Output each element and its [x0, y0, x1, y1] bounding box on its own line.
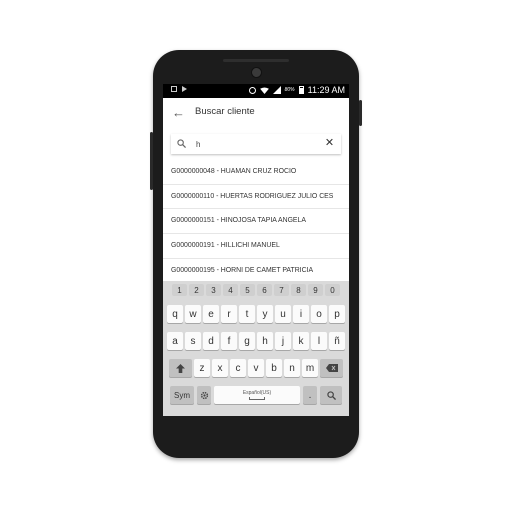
key-1[interactable]: 1 [172, 284, 187, 296]
alarm-icon [248, 86, 256, 94]
battery-icon [298, 86, 304, 94]
key-x[interactable]: x [212, 359, 228, 377]
clock: 11:29 AM [307, 85, 345, 95]
key-w[interactable]: w [185, 305, 201, 323]
key-l[interactable]: l [311, 332, 327, 350]
key-9[interactable]: 9 [308, 284, 323, 296]
list-item[interactable]: G0000000191 - HILLICHI MANUEL [163, 234, 349, 259]
battery-percent: 80% [284, 87, 295, 93]
key-q[interactable]: q [167, 305, 183, 323]
signal-icon [272, 86, 281, 94]
results-list: G0000000048 - HUAMAN CRUZ ROCIO G0000000… [163, 160, 349, 284]
key-k[interactable]: k [293, 332, 309, 350]
key-h[interactable]: h [257, 332, 273, 350]
key-a[interactable]: a [167, 332, 183, 350]
soft-keyboard: 1 2 3 4 5 6 7 8 9 0 q w e r t y u i o p … [163, 281, 349, 416]
wifi-icon [259, 86, 269, 94]
list-item[interactable]: G0000000048 - HUAMAN CRUZ ROCIO [163, 160, 349, 185]
key-d[interactable]: d [203, 332, 219, 350]
app-bar: ← Buscar cliente [163, 98, 349, 130]
key-6[interactable]: 6 [257, 284, 272, 296]
key-7[interactable]: 7 [274, 284, 289, 296]
image-notification-icon [171, 86, 177, 92]
key-n[interactable]: n [284, 359, 300, 377]
key-p[interactable]: p [329, 305, 345, 323]
list-item[interactable]: G0000000151 - HINOJOSA TAPIA ANGELA [163, 209, 349, 235]
key-u[interactable]: u [275, 305, 291, 323]
key-g[interactable]: g [239, 332, 255, 350]
key-3[interactable]: 3 [206, 284, 221, 296]
key-y[interactable]: y [257, 305, 273, 323]
key-s[interactable]: s [185, 332, 201, 350]
backspace-icon[interactable] [320, 359, 343, 377]
screen: 80% 11:29 AM ← Buscar cliente ✕ G0000000… [163, 84, 349, 416]
key-m[interactable]: m [302, 359, 318, 377]
key-8[interactable]: 8 [291, 284, 306, 296]
keyboard-row-3: z x c v b n m [163, 359, 349, 377]
keyboard-number-row: 1 2 3 4 5 6 7 8 9 0 [163, 284, 349, 296]
keyboard-row-2: a s d f g h j k l ñ [163, 332, 349, 350]
list-item[interactable]: G0000000110 - HUERTAS RODRIGUEZ JULIO CE… [163, 185, 349, 210]
search-icon [177, 139, 186, 148]
key-4[interactable]: 4 [223, 284, 238, 296]
key-b[interactable]: b [266, 359, 282, 377]
keyboard-row-1: q w e r t y u i o p [163, 305, 349, 323]
keyboard-bottom-row: Sym Español(US) . [163, 386, 349, 404]
status-bar: 80% 11:29 AM [163, 84, 349, 98]
key-i[interactable]: i [293, 305, 309, 323]
key-n-tilde[interactable]: ñ [329, 332, 345, 350]
close-icon[interactable]: ✕ [324, 138, 335, 149]
volume-button [150, 132, 153, 190]
key-v[interactable]: v [248, 359, 264, 377]
key-e[interactable]: e [203, 305, 219, 323]
key-j[interactable]: j [275, 332, 291, 350]
phone-frame: 80% 11:29 AM ← Buscar cliente ✕ G0000000… [150, 50, 362, 458]
arrow-left-icon[interactable]: ← [172, 106, 185, 120]
key-r[interactable]: r [221, 305, 237, 323]
shift-icon[interactable] [169, 359, 192, 377]
spacebar-language-label: Español(US) [242, 390, 272, 396]
key-0[interactable]: 0 [325, 284, 340, 296]
gear-icon[interactable] [197, 386, 211, 404]
key-o[interactable]: o [311, 305, 327, 323]
key-z[interactable]: z [194, 359, 210, 377]
front-camera [251, 67, 262, 78]
key-2[interactable]: 2 [189, 284, 204, 296]
spacebar[interactable]: Español(US) [214, 386, 300, 404]
power-button [359, 100, 362, 126]
key-5[interactable]: 5 [240, 284, 255, 296]
play-store-notification-icon [182, 86, 187, 92]
earpiece-speaker [223, 59, 289, 62]
key-c[interactable]: c [230, 359, 246, 377]
search-bar: ✕ [171, 134, 341, 154]
search-icon[interactable] [320, 386, 342, 404]
list-item[interactable]: G0000000195 - HORNI DE CAMET PATRICIA [163, 259, 349, 284]
key-f[interactable]: f [221, 332, 237, 350]
page-title: Buscar cliente [195, 106, 255, 117]
key-t[interactable]: t [239, 305, 255, 323]
symbols-key[interactable]: Sym [170, 386, 194, 404]
space-icon [249, 397, 265, 400]
period-key[interactable]: . [303, 386, 317, 404]
search-input[interactable] [196, 138, 316, 150]
